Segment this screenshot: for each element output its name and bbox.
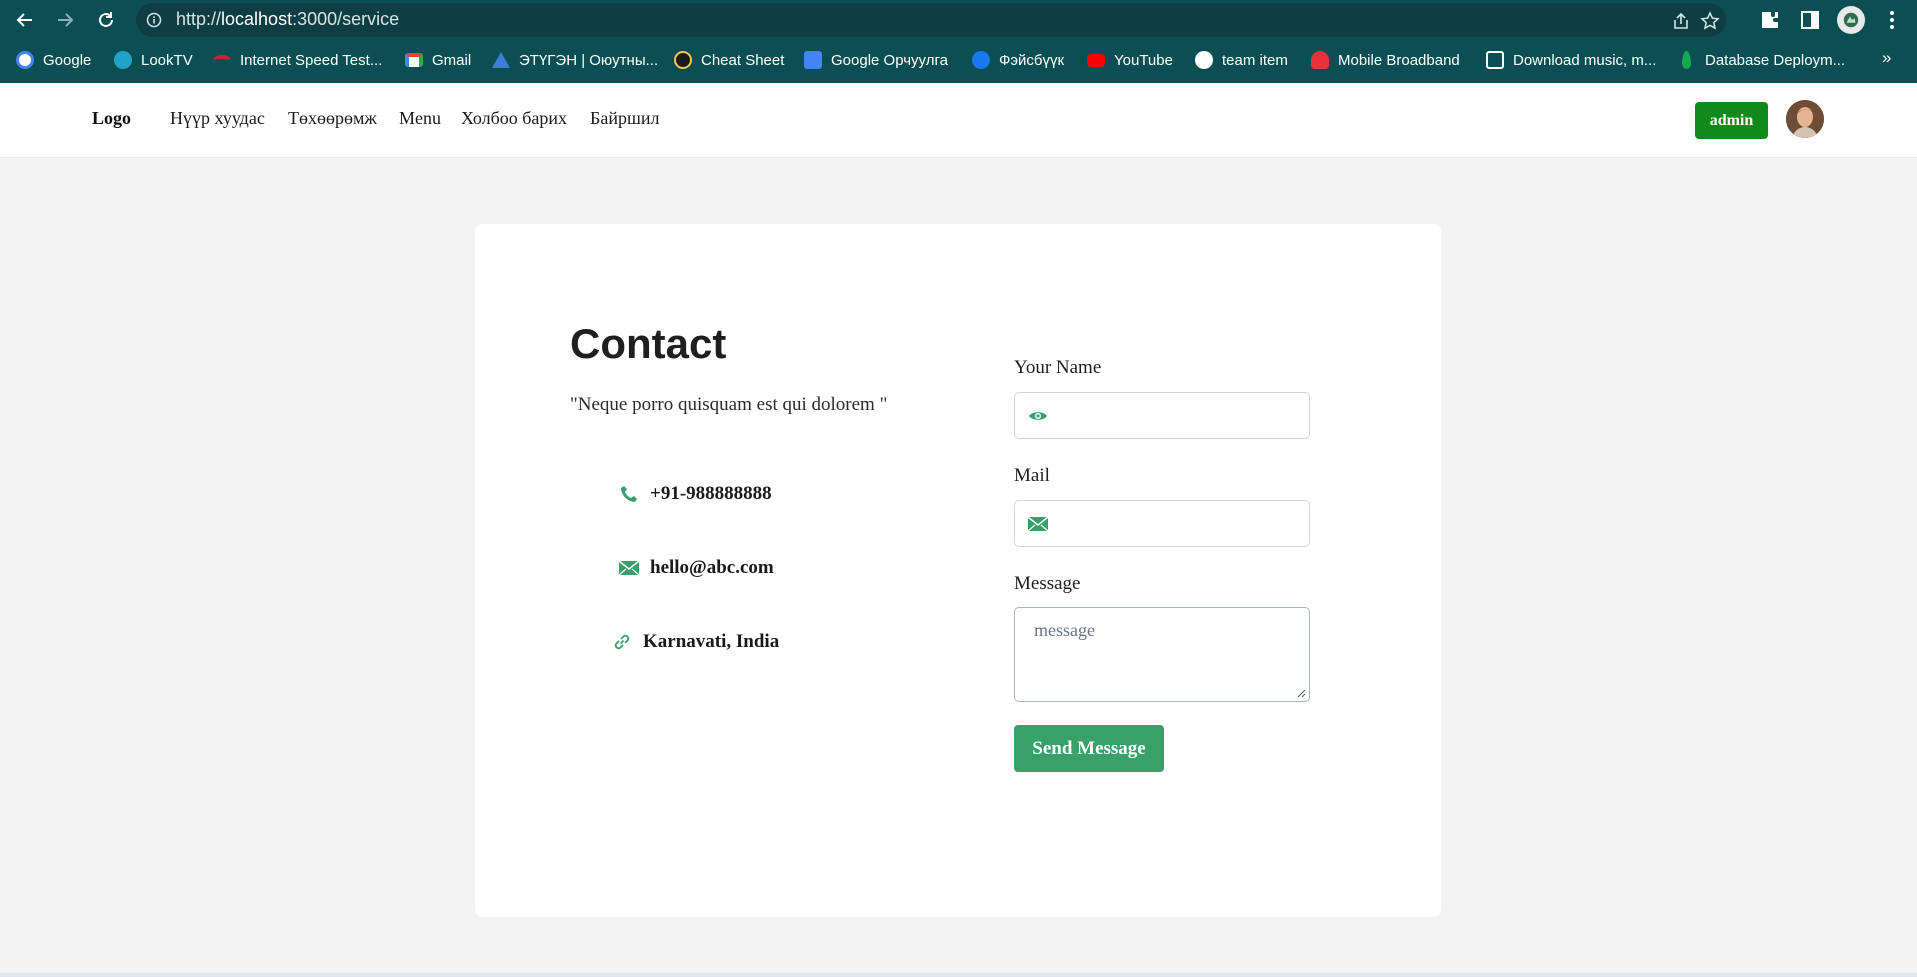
mongodb-icon: [1682, 51, 1691, 69]
google-icon: [16, 51, 34, 69]
address-bar[interactable]: http://localhost:3000/service: [136, 3, 1726, 37]
reload-icon: [99, 12, 113, 27]
phone-number: +91-988888888: [650, 483, 772, 504]
bookmark-facebook[interactable]: Фэйсбүүк: [972, 48, 1064, 72]
bookmark-label: ЭТҮГЭН | Оюутны...: [519, 51, 659, 69]
site-header: Logo Нүүр хуудас Төхөөрөмж Menu Холбоо б…: [0, 83, 1917, 158]
bookmark-youtube[interactable]: YouTube: [1087, 48, 1173, 72]
forward-arrow-icon: [58, 13, 74, 27]
reload-button[interactable]: [92, 6, 120, 34]
contact-phone[interactable]: +91-988888888: [618, 483, 772, 505]
profile-icon: [1843, 12, 1859, 28]
message-textarea[interactable]: message: [1014, 607, 1310, 702]
browser-chrome: http://localhost:3000/service Google Loo…: [0, 0, 1917, 83]
user-photo: [1786, 100, 1824, 138]
bookmark-google-translate[interactable]: Google Орчуулга: [804, 48, 948, 72]
bookmark-label: Google: [43, 51, 92, 69]
bookmark-database-deployment[interactable]: Database Deploym...: [1678, 48, 1845, 72]
facebook-icon: [972, 51, 990, 69]
bookmark-label: Mobile Broadband: [1338, 51, 1460, 69]
bookmark-cheat-sheet[interactable]: Cheat Sheet: [674, 48, 784, 72]
side-panel-icon[interactable]: [1799, 9, 1821, 31]
site-info-icon[interactable]: [146, 12, 162, 28]
name-field[interactable]: [1014, 392, 1310, 439]
url-host: localhost: [221, 9, 293, 29]
contact-location[interactable]: Karnavati, India: [611, 631, 779, 653]
bookmark-team-item[interactable]: team item: [1195, 48, 1288, 72]
bookmark-label: Internet Speed Test...: [240, 51, 383, 69]
globe-icon: [1195, 51, 1213, 69]
contact-email[interactable]: hello@abc.com: [618, 557, 774, 579]
looktv-icon: [114, 51, 132, 69]
url-prefix: http://: [176, 9, 222, 29]
youtube-icon: [1087, 53, 1105, 67]
bookmark-label: Фэйсбүүк: [999, 51, 1065, 69]
nav-link-devices[interactable]: Төхөөрөмж: [288, 108, 377, 129]
speedometer-icon: [213, 55, 231, 65]
share-icon[interactable]: [1671, 11, 1691, 31]
location-text: Karnavati, India: [643, 631, 780, 652]
bookmark-looktv[interactable]: LookTV: [114, 48, 193, 72]
mail-label: Mail: [1014, 465, 1050, 486]
bookmark-label: Download music, m...: [1513, 51, 1657, 69]
bookmark-label: Gmail: [432, 51, 472, 69]
google-translate-icon: [804, 51, 822, 69]
resize-handle-icon[interactable]: [1297, 689, 1306, 698]
bookmark-label: team item: [1222, 51, 1288, 69]
bookmark-label: LookTV: [141, 51, 193, 69]
bookmark-mobile-broadband[interactable]: Mobile Broadband: [1311, 48, 1460, 72]
mail-field[interactable]: [1014, 500, 1310, 547]
mail-icon: [618, 557, 640, 579]
nav-link-menu[interactable]: Menu: [399, 108, 441, 129]
bookmarks-overflow-button[interactable]: »: [1882, 48, 1891, 68]
forward-button[interactable]: [51, 6, 79, 34]
eye-icon: [1029, 412, 1047, 420]
message-placeholder: message: [1034, 620, 1095, 640]
admin-button[interactable]: admin: [1695, 102, 1768, 139]
nav-link-contact[interactable]: Холбоо барих: [461, 108, 567, 129]
bookmark-download-music[interactable]: Download music, m...: [1486, 48, 1656, 72]
browser-profile-avatar[interactable]: [1837, 6, 1865, 34]
bookmark-google[interactable]: Google: [16, 48, 91, 72]
email-address: hello@abc.com: [650, 557, 774, 578]
url-text[interactable]: http://localhost:3000/service: [176, 9, 399, 30]
more-menu-icon[interactable]: [1884, 8, 1900, 32]
bookmark-star-icon[interactable]: [1700, 11, 1720, 31]
huawei-icon: [1311, 51, 1329, 69]
contact-title: Contact: [570, 320, 727, 367]
download-site-icon: [1486, 51, 1504, 69]
user-avatar[interactable]: [1786, 100, 1824, 138]
bookmarks-bar: Google LookTV Internet Speed Test... Gma…: [0, 44, 1917, 76]
phone-icon: [618, 483, 640, 505]
bookmark-label: Database Deploym...: [1705, 51, 1846, 69]
bookmark-etugen[interactable]: ЭТҮГЭН | Оюутны...: [492, 48, 658, 72]
etugen-icon: [492, 52, 510, 68]
bookmark-label: Cheat Sheet: [701, 51, 785, 69]
page-bottom-divider: [0, 973, 1917, 977]
bookmark-speed-test[interactable]: Internet Speed Test...: [213, 48, 382, 72]
send-message-button[interactable]: Send Message: [1014, 725, 1164, 772]
nav-link-location[interactable]: Байршил: [590, 108, 659, 129]
contact-quote: "Neque porro quisquam est qui dolorem ": [570, 394, 888, 415]
message-label: Message: [1014, 573, 1081, 594]
contact-card: Contact "Neque porro quisquam est qui do…: [475, 224, 1441, 917]
bookmark-gmail[interactable]: Gmail: [405, 48, 471, 72]
url-path: :3000/service: [292, 9, 400, 29]
site-logo[interactable]: Logo: [92, 108, 131, 129]
back-button[interactable]: [11, 6, 39, 34]
bookmark-label: Google Орчуулга: [831, 51, 948, 69]
name-label: Your Name: [1014, 357, 1102, 378]
extensions-icon[interactable]: [1759, 9, 1781, 31]
link-icon: [611, 631, 633, 653]
gmail-icon: [405, 53, 423, 67]
nav-link-home[interactable]: Нүүр хуудас: [170, 108, 265, 129]
mail-field-icon: [1028, 516, 1048, 532]
cheat-sheet-icon: [674, 51, 692, 69]
back-arrow-icon: [16, 13, 32, 27]
browser-toolbar: http://localhost:3000/service: [0, 0, 1917, 40]
bookmark-label: YouTube: [1114, 51, 1173, 69]
